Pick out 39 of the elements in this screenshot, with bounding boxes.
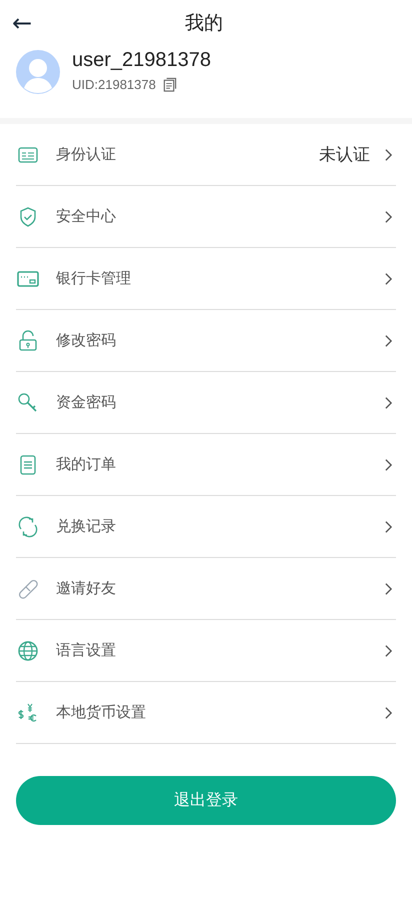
chevron-icon — [384, 520, 393, 534]
avatar-icon — [16, 50, 60, 94]
menu-label: 身份认证 — [56, 145, 117, 164]
menu-item[interactable]: 银行卡管理 — [16, 248, 396, 310]
chevron-icon — [384, 644, 393, 658]
menu-item[interactable]: 我的订单 — [16, 434, 396, 496]
chevron-icon — [384, 706, 393, 720]
copy-button[interactable] — [162, 77, 177, 92]
status-text: 未认证 — [319, 144, 370, 166]
menu-item[interactable]: 兑换记录 — [16, 496, 396, 558]
menu-label: 我的订单 — [56, 455, 117, 474]
refresh-icon — [16, 514, 40, 538]
page-title: 我的 — [184, 12, 224, 36]
menu-item[interactable]: 修改密码 — [16, 310, 396, 372]
menu-item[interactable]: 邀请好友 — [16, 558, 396, 620]
menu-label: 兑换记录 — [56, 517, 117, 536]
menu-label: 本地货币设置 — [56, 703, 147, 722]
menu-label: 银行卡管理 — [56, 269, 132, 288]
user-id: UID:21981378 — [72, 77, 156, 92]
chevron-icon — [384, 148, 393, 162]
menu-item[interactable]: 语言设置 — [16, 620, 396, 682]
chevron-icon — [384, 210, 393, 224]
menu-item[interactable]: 身份认证 未认证 — [16, 124, 396, 186]
menu-label: 语言设置 — [56, 641, 117, 660]
chevron-icon — [384, 334, 393, 348]
menu-item[interactable]: 本地货币设置 — [16, 682, 396, 744]
menu-label: 资金密码 — [56, 393, 117, 412]
menu-item[interactable]: 安全中心 — [16, 186, 396, 248]
username: user_21981378 — [72, 48, 212, 72]
menu-label: 安全中心 — [56, 207, 117, 226]
chevron-icon — [384, 396, 393, 410]
menu-label: 邀请好友 — [56, 579, 117, 598]
chevron-icon — [384, 458, 393, 472]
menu-item[interactable]: 资金密码 — [16, 372, 396, 434]
globe-icon — [16, 638, 40, 662]
back-button[interactable]: ← — [12, 11, 32, 35]
chevron-icon — [384, 582, 393, 596]
chevron-icon — [384, 272, 393, 286]
menu-label: 修改密码 — [56, 331, 117, 350]
